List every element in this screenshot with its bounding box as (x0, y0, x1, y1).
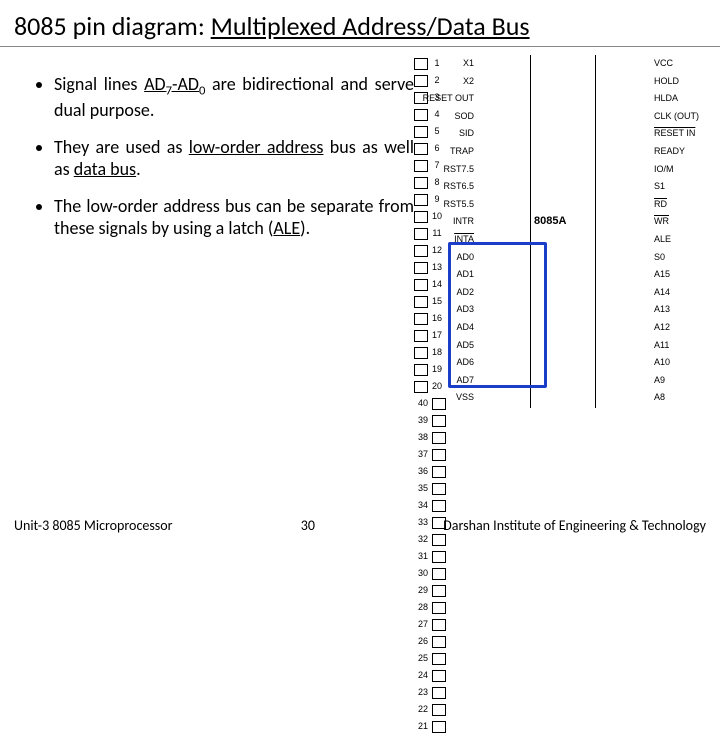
pin-label-right: RD (654, 196, 720, 213)
pin-right: 25 (414, 650, 706, 667)
pin-label-right: A9 (654, 372, 720, 389)
pin-right: 36 (414, 463, 706, 480)
pin-label-right: A13 (654, 301, 720, 318)
footer-left: Unit-3 8085 Microprocessor (14, 517, 173, 534)
pin-right: 23 (414, 684, 706, 701)
slide-title: 8085 pin diagram: Multiplexed Address/Da… (0, 0, 720, 47)
pin-label-right: HOLD (654, 73, 720, 90)
pin-label-left: SID (414, 125, 474, 142)
pin-label-left: INTR (414, 213, 474, 230)
pin-label-left: RESET OUT (414, 90, 474, 107)
pin-label-left: RST6.5 (414, 178, 474, 195)
pin-right: 37 (414, 446, 706, 463)
pin-right: 26 (414, 633, 706, 650)
chip-label: 8085A (534, 215, 566, 227)
pin-right: 21 (414, 718, 706, 735)
bullet-list: Signal lines AD7-AD0 are bidirectional a… (14, 73, 414, 717)
footer-right: Darshan Institute of Engineering & Techn… (443, 517, 706, 534)
bullet-2: They are used as low-order address bus a… (54, 136, 414, 181)
page-number: 30 (301, 517, 315, 534)
pin-label-left: SOD (414, 108, 474, 125)
pin-label-right: A14 (654, 284, 720, 301)
pin-label-left: X1 (414, 55, 474, 72)
pin-label-right: A11 (654, 337, 720, 354)
pin-label-right: READY (654, 143, 720, 160)
pin-label-right: RESET IN (654, 125, 720, 142)
pin-label-right: A10 (654, 354, 720, 371)
pin-label-right: A8 (654, 389, 720, 406)
pin-label-right: ALE (654, 231, 720, 248)
pin-label-left: TRAP (414, 143, 474, 160)
highlight-box (448, 242, 547, 388)
pin-label-right: CLK (OUT) (654, 108, 720, 125)
title-main: Multiplexed Address/Data Bus (211, 10, 530, 42)
pin-label-right: A12 (654, 319, 720, 336)
title-prefix: 8085 pin diagram: (14, 10, 211, 42)
pin-right: 22 (414, 701, 706, 718)
pin-label-left: VSS (414, 389, 474, 406)
pin-right: 39 (414, 412, 706, 429)
pin-label-right: S1 (654, 178, 720, 195)
pin-right: 29 (414, 582, 706, 599)
pin-right: 30 (414, 565, 706, 582)
pin-label-right: HLDA (654, 90, 720, 107)
pin-right: 35 (414, 480, 706, 497)
pin-label-left: RST5.5 (414, 196, 474, 213)
pin-right: 24 (414, 667, 706, 684)
pin-label-left: X2 (414, 73, 474, 90)
pin-label-right: VCC (654, 55, 720, 72)
pin-label-right: A15 (654, 266, 720, 283)
pin-right: 28 (414, 599, 706, 616)
footer: Unit-3 8085 Microprocessor 30 Darshan In… (0, 517, 720, 534)
pin-label-right: WR (654, 213, 720, 230)
pin-label-right: S0 (654, 249, 720, 266)
pin-right: 34 (414, 497, 706, 514)
pin-right: 38 (414, 429, 706, 446)
pin-right: 27 (414, 616, 706, 633)
pin-diagram: 8085A X1 1X2 2RESET OUT 3SOD 4SID 5TRAP … (414, 55, 706, 735)
pin-label-right: IO/M (654, 161, 720, 178)
signal-name: AD7-AD0 (144, 73, 205, 95)
pin-label-left: RST7.5 (414, 161, 474, 178)
bullet-3: The low-order address bus can be separat… (54, 195, 414, 240)
pin-right: 31 (414, 548, 706, 565)
bullet-1: Signal lines AD7-AD0 are bidirectional a… (54, 73, 414, 122)
